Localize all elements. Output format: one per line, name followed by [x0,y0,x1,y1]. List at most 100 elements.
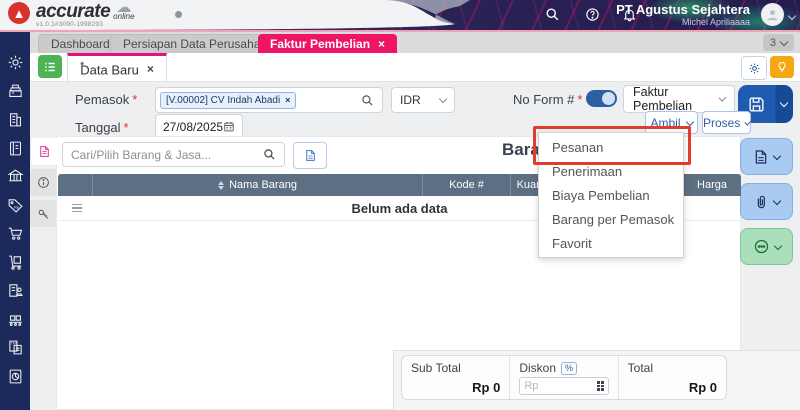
key-icon [38,209,48,219]
required-marker: * [123,120,129,135]
subtotal-value: Rp 0 [472,380,501,395]
help-icon[interactable] [585,7,600,22]
sidebar-item-manufacture-icon[interactable] [7,311,24,328]
doc-tab-data-baru[interactable]: *Data Baru × [67,53,167,81]
diskon-section: Diskon % Rp [509,356,617,399]
required-marker: * [577,92,583,107]
tanggal-value: 27/08/2025 [163,119,224,134]
currency-select[interactable]: IDR [391,87,455,113]
list-view-button[interactable] [38,55,62,78]
tab-label: Dashboard [51,37,110,51]
noform-toggle[interactable] [586,90,617,107]
items-side-tab-approval[interactable] [30,200,56,227]
percent-badge[interactable]: % [561,361,578,375]
diskon-input[interactable]: Rp [519,377,609,395]
doc-tab-label: Data Baru [80,62,139,78]
column-drag [58,174,92,196]
column-kode[interactable]: Kode # [422,174,510,196]
item-search-input[interactable]: Cari/Pilih Barang & Jasa... [62,142,285,167]
ambil-button[interactable]: Ambil [645,111,698,134]
account-info[interactable]: PT Agustus Sejahtera Michel Apriliaaaa [616,2,750,28]
memo-button[interactable] [740,138,793,175]
menu-item-pesanan[interactable]: Pesanan [539,135,683,159]
more-options-icon [754,239,768,254]
form-type-value: Faktur Pembelian [633,85,693,113]
tab-faktur-pembelian[interactable]: Faktur Pembelian × [258,34,398,53]
chevron-down-icon [438,94,448,104]
remove-vendor-icon[interactable]: × [285,95,290,105]
more-actions-button[interactable] [740,228,793,265]
menu-item-biaya-pembelian[interactable]: Biaya Pembelian [539,183,683,207]
form-settings-button[interactable] [741,56,767,80]
accurate-online-app: ▲ accurate ☁ online v1.0.1#3090-1998293 [0,0,800,410]
sidebar-item-journal-icon[interactable] [7,140,24,157]
attachment-button[interactable] [740,183,793,220]
pemasok-field[interactable]: [V.00002] CV Indah Abadi × [155,87,383,113]
close-tab-icon[interactable]: × [378,37,385,51]
chevron-down-icon [772,196,782,205]
summary-panel: Sub Total Rp 0 Diskon % Rp Total Rp 0 [401,355,727,400]
proses-label: Proses [703,115,741,130]
accurate-logo-icon: ▲ [8,2,30,24]
info-icon [37,177,49,188]
version-text: v1.0.1#3090-1998293 [36,21,104,28]
pemasok-label: Pemasok * [75,92,138,107]
chevron-down-icon [685,117,694,126]
sidebar-item-settings-icon[interactable] [7,54,24,71]
tab-label: Faktur Pembelian [270,36,371,51]
items-side-tab-detail[interactable] [30,138,57,165]
total-section: Total Rp 0 [617,356,726,399]
svg-text:Rp: Rp [14,204,19,209]
collapse-dot[interactable] [175,11,182,18]
sidebar-item-cash-register-icon[interactable] [7,83,24,100]
column-harga[interactable]: Harga [682,174,741,196]
keypad-icon[interactable] [596,381,604,391]
required-marker: * [132,92,138,107]
sidebar-item-tax-icon[interactable]: TAX [7,339,24,356]
sort-icon[interactable] [218,180,225,190]
user-name: Michel Apriliaaaa [681,17,750,27]
sidebar-item-reports-icon[interactable] [7,368,24,385]
brand-name: accurate [36,1,111,22]
column-nama-barang[interactable]: Nama Barang [92,174,422,196]
chevron-down-icon [744,118,752,125]
total-label: Total [627,361,654,375]
avatar[interactable] [761,3,784,26]
new-item-button[interactable] [293,142,327,169]
top-header-bar: ▲ accurate ☁ online v1.0.1#3090-1998293 [0,0,800,32]
form-type-select[interactable]: Faktur Pembelian [623,85,735,113]
tips-lightbulb-button[interactable] [770,56,794,78]
sidebar-item-purchases-icon[interactable] [7,254,24,271]
sidebar-item-inventory-icon[interactable]: Rp [7,197,24,214]
ambil-dropdown-menu: Pesanan Penerimaan Biaya Pembelian Baran… [538,132,684,258]
tab-overflow-dropdown[interactable]: 3 [762,34,794,51]
diskon-label: Diskon [519,361,557,375]
close-doc-icon[interactable]: × [147,62,154,76]
cloud-icon: ☁ [116,0,132,16]
menu-item-favorit[interactable]: Favorit [539,231,683,255]
vendor-tag[interactable]: [V.00002] CV Indah Abadi × [160,91,297,109]
items-side-tab-info[interactable] [30,169,56,196]
vendor-tag-label: [V.00002] CV Indah Abadi [166,94,281,106]
calendar-icon[interactable] [223,120,235,133]
chevron-down-icon [772,151,782,160]
brand-logo: ▲ accurate ☁ online v1.0.1#3090-1998293 [8,0,135,28]
save-options-chevron-icon[interactable] [779,98,789,108]
menu-item-penerimaan[interactable]: Penerimaan [539,159,683,183]
sidebar-item-sales-icon[interactable] [7,225,24,242]
tab-label: Persiapan Data Perusahaan [123,37,274,51]
divider [393,350,800,351]
brand-sub: online [113,12,135,21]
company-name: PT Agustus Sejahtera [616,2,750,17]
chevron-down-icon [779,37,789,46]
sidebar-item-contacts-icon[interactable] [7,282,24,299]
proses-button[interactable]: Proses [702,111,752,134]
open-tabs-bar: Dashboard Persiapan Data Perusahaan Fakt… [30,32,800,53]
paperclip-icon [757,195,765,208]
menu-item-barang-per-pemasok[interactable]: Barang per Pemasok [539,207,683,231]
sidebar-item-company-icon[interactable] [7,111,24,128]
drag-handle-icon[interactable] [72,203,82,213]
search-icon[interactable] [545,7,560,22]
document-toolbar: *Data Baru × [30,53,800,82]
sidebar-item-cash-bank-icon[interactable] [6,168,24,185]
